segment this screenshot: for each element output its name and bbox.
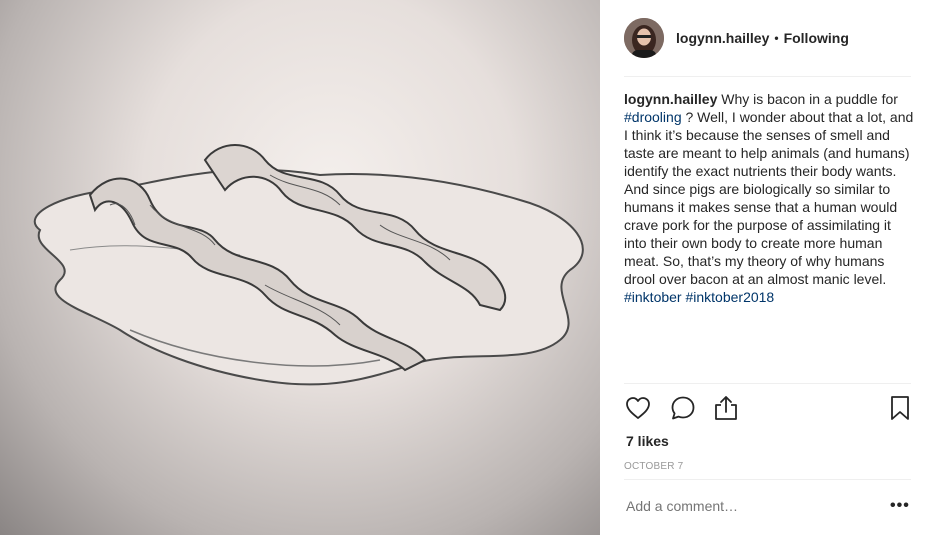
post-image[interactable] (0, 0, 600, 535)
more-options-button[interactable]: ••• (890, 498, 910, 514)
post-date[interactable]: OCTOBER 7 (624, 461, 683, 472)
bacon-drawing (33, 144, 584, 386)
actions-divider (624, 383, 911, 384)
caption-text-2: ? Well, I wonder about that a lot, and I… (624, 109, 914, 287)
header-text: logynn.hailley • Following (676, 30, 849, 46)
avatar-image (624, 18, 664, 58)
comment-input[interactable] (626, 498, 826, 514)
share-icon (715, 396, 737, 420)
hashtag-drooling[interactable]: #drooling (624, 109, 682, 125)
save-button[interactable] (886, 394, 914, 422)
following-button[interactable]: Following (784, 30, 849, 46)
post-caption: logynn.hailley Why is bacon in a puddle … (624, 90, 914, 306)
bookmark-icon (891, 396, 909, 420)
avatar[interactable] (624, 18, 664, 58)
post-sidebar: logynn.hailley • Following logynn.haille… (600, 0, 933, 535)
like-button[interactable] (624, 394, 652, 422)
hashtag-inktober[interactable]: #inktober (624, 289, 682, 305)
caption-username[interactable]: logynn.hailley (624, 91, 717, 107)
author-username[interactable]: logynn.hailley (676, 30, 769, 46)
caption-text-1: Why is bacon in a puddle for (717, 91, 898, 107)
action-bar (624, 394, 911, 422)
likes-count[interactable]: 7 likes (626, 433, 669, 449)
hashtag-inktober2018[interactable]: #inktober2018 (685, 289, 774, 305)
separator-dot: • (774, 31, 779, 45)
header-divider (624, 76, 911, 77)
comment-divider (624, 479, 911, 480)
post-header: logynn.hailley • Following (624, 18, 911, 58)
heart-icon (626, 397, 650, 419)
comment-button[interactable] (669, 394, 697, 422)
share-button[interactable] (712, 394, 740, 422)
comment-bubble-icon (671, 396, 695, 420)
